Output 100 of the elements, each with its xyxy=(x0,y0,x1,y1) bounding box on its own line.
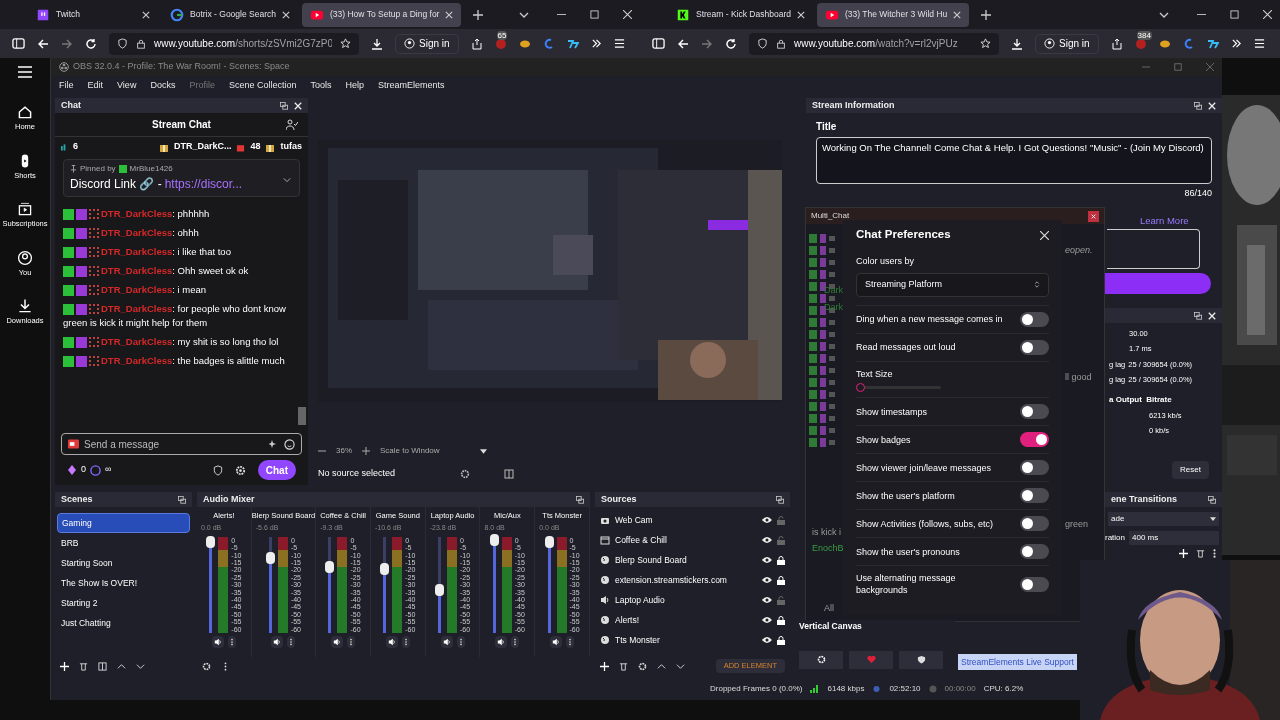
transition-dropdown[interactable]: ade xyxy=(1108,512,1219,526)
menu-icon[interactable] xyxy=(18,66,32,78)
speaker-icon[interactable] xyxy=(331,635,344,648)
overflow-icon[interactable] xyxy=(590,38,602,49)
scale-dropdown[interactable]: Scale to Window xyxy=(380,445,487,457)
speaker-icon[interactable] xyxy=(271,635,284,648)
undock-icon[interactable] xyxy=(1208,495,1216,504)
extension-icon[interactable] xyxy=(566,37,579,50)
reload-icon[interactable] xyxy=(85,37,97,50)
undock-icon[interactable] xyxy=(1194,311,1202,320)
close-icon[interactable] xyxy=(623,10,632,19)
volume-slider-thumb[interactable] xyxy=(380,563,390,576)
toggle-switch[interactable] xyxy=(1020,432,1049,447)
back-icon[interactable] xyxy=(677,37,689,50)
menu-icon[interactable] xyxy=(613,38,625,49)
users-icon[interactable] xyxy=(286,118,298,131)
more-icon[interactable] xyxy=(287,635,296,648)
back-icon[interactable] xyxy=(37,37,49,50)
maximize-icon[interactable] xyxy=(1230,10,1239,19)
toggle-switch[interactable] xyxy=(1020,576,1049,592)
extension-icon[interactable] xyxy=(494,37,507,50)
browser-tab[interactable]: (33) The Witcher 3 Wild Hu xyxy=(816,2,970,27)
scene-item[interactable]: The Show Is OVER! xyxy=(57,573,190,593)
close-icon[interactable] xyxy=(1263,10,1272,19)
undock-icon[interactable] xyxy=(280,101,288,110)
toggle-switch[interactable] xyxy=(1020,339,1049,355)
close-icon[interactable] xyxy=(1088,210,1099,222)
toggle-switch[interactable] xyxy=(1020,460,1049,475)
toggle-switch[interactable] xyxy=(1020,488,1049,503)
text-field[interactable] xyxy=(1107,229,1200,269)
trash-icon[interactable] xyxy=(79,661,88,671)
speaker-icon[interactable] xyxy=(550,635,563,648)
more-icon[interactable] xyxy=(1213,549,1216,558)
eye-icon[interactable] xyxy=(762,576,772,584)
undock-icon[interactable] xyxy=(178,495,186,504)
toggle-switch[interactable] xyxy=(1020,404,1049,419)
source-item[interactable]: extension.streamstickers.com xyxy=(595,570,790,590)
menu-item[interactable]: File xyxy=(59,79,74,93)
close-icon[interactable] xyxy=(142,10,150,19)
chat-button[interactable]: Chat xyxy=(257,460,296,480)
toggle-switch[interactable] xyxy=(1020,311,1049,327)
overflow-icon[interactable] xyxy=(1230,38,1242,49)
plus-icon[interactable] xyxy=(981,9,992,20)
lock-icon[interactable] xyxy=(777,555,785,565)
eye-icon[interactable] xyxy=(762,636,772,644)
trash-icon[interactable] xyxy=(1196,549,1205,558)
more-icon[interactable] xyxy=(456,635,465,648)
title-field[interactable]: Working On The Channel! Come Chat & Help. I Got Questions! "Music" - (Join My Discord) xyxy=(816,137,1212,184)
filter-icon[interactable] xyxy=(98,661,107,671)
address-bar[interactable]: www.youtube.com/shorts/zSVmi2G7zP0 xyxy=(109,32,359,55)
shield-button[interactable] xyxy=(899,650,943,669)
extension-icon[interactable] xyxy=(542,37,555,50)
zoom-out-icon[interactable] xyxy=(318,447,326,455)
undock-icon[interactable] xyxy=(776,495,784,504)
speaker-icon[interactable] xyxy=(385,635,398,648)
settings-icon[interactable] xyxy=(202,661,211,671)
lock-icon[interactable] xyxy=(777,615,785,625)
more-icon[interactable] xyxy=(401,635,410,648)
chevron-up-icon[interactable] xyxy=(117,661,126,671)
volume-slider-thumb[interactable] xyxy=(325,561,335,574)
browser-tab[interactable]: Stream - Kick Dashboard xyxy=(668,2,813,27)
close-icon[interactable] xyxy=(445,10,454,19)
scene-item[interactable]: Starting Soon xyxy=(57,553,190,573)
more-icon[interactable] xyxy=(566,635,575,648)
undock-icon[interactable] xyxy=(1194,101,1202,110)
volume-slider-thumb[interactable] xyxy=(489,533,499,546)
menu-item[interactable]: Scene Collection xyxy=(228,79,297,93)
eye-icon[interactable] xyxy=(762,556,772,564)
source-item[interactable]: Alerts! xyxy=(595,610,790,630)
reload-icon[interactable] xyxy=(725,37,737,50)
star-icon[interactable] xyxy=(980,38,991,49)
menu-item[interactable]: View xyxy=(117,79,137,93)
scene-item[interactable]: Starting 2 xyxy=(57,593,190,613)
lock-icon[interactable] xyxy=(777,635,785,645)
speaker-icon[interactable] xyxy=(440,635,453,648)
sign-in-button[interactable]: Sign in xyxy=(395,33,459,54)
toggle-switch[interactable] xyxy=(1020,544,1049,559)
browser-tab[interactable]: (33) How To Setup a Ding for xyxy=(302,2,462,27)
address-bar[interactable]: www.youtube.com/watch?v=rl2vjPUz xyxy=(749,32,999,55)
sidebar-icon[interactable] xyxy=(652,37,665,50)
close-icon[interactable] xyxy=(796,10,805,19)
settings-icon[interactable] xyxy=(460,469,470,479)
message-input[interactable]: Send a message xyxy=(84,436,264,452)
volume-slider-thumb[interactable] xyxy=(435,583,444,596)
menu-icon[interactable] xyxy=(1253,38,1265,49)
chevron-down-icon[interactable] xyxy=(136,661,145,671)
extension-icon[interactable] xyxy=(1182,37,1195,50)
trash-icon[interactable] xyxy=(619,661,628,671)
sign-in-button[interactable]: Sign in xyxy=(1035,33,1099,54)
settings-button[interactable] xyxy=(799,650,843,669)
browser-tab[interactable]: Twitch xyxy=(28,2,158,27)
link[interactable]: https://discor... xyxy=(164,175,243,193)
menu-item[interactable]: Docks xyxy=(150,79,176,93)
volume-slider-thumb[interactable] xyxy=(265,551,275,564)
source-item[interactable]: Tts Monster xyxy=(595,630,790,650)
live-support-button[interactable]: StreamElements Live Support xyxy=(958,654,1077,670)
undock-icon[interactable] xyxy=(576,495,584,504)
speaker-icon[interactable] xyxy=(211,635,224,648)
volume-slider-thumb[interactable] xyxy=(206,535,216,548)
share-icon[interactable] xyxy=(1110,37,1123,50)
